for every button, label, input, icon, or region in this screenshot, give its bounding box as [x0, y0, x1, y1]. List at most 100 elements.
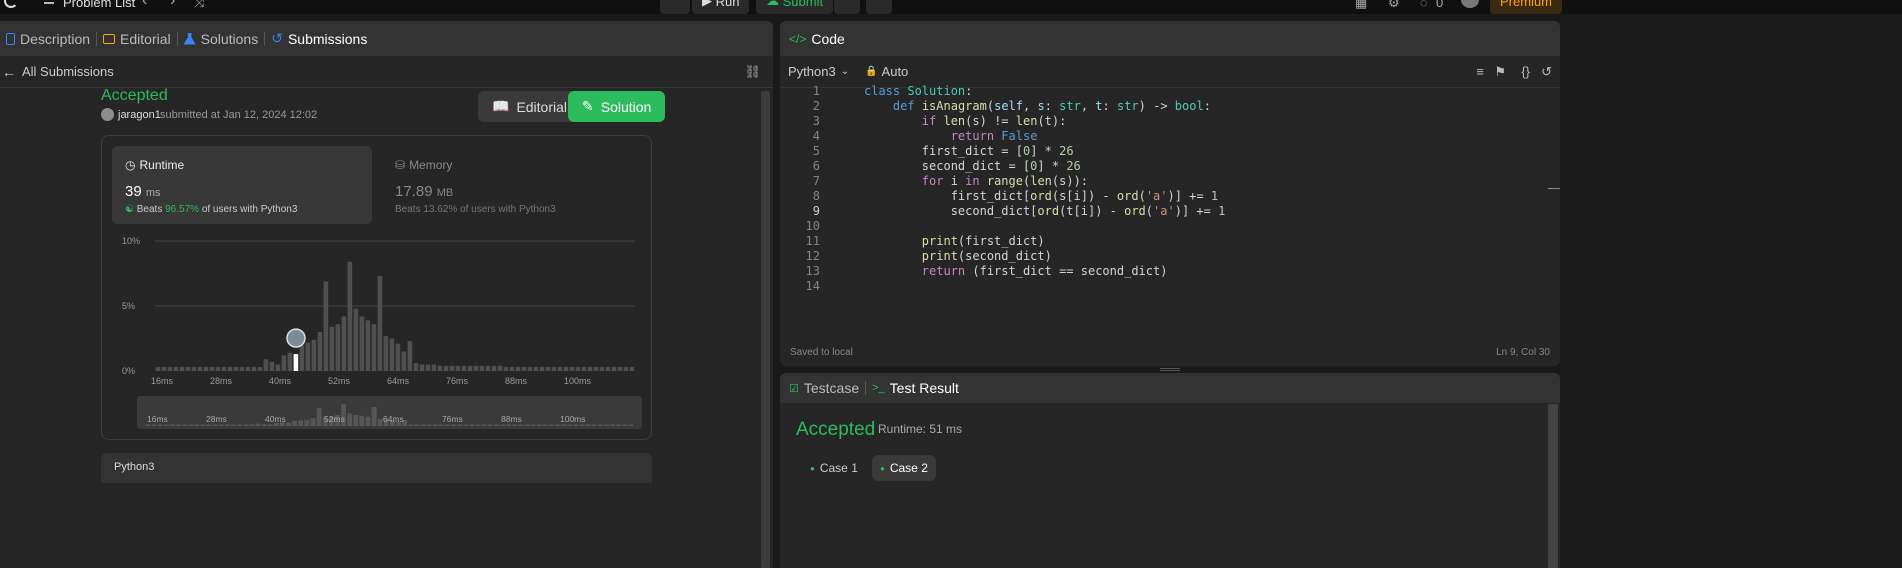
chart-bar[interactable]	[299, 345, 305, 371]
debug-button[interactable]	[660, 0, 690, 14]
chart-bar[interactable]	[491, 365, 497, 371]
language-select[interactable]: Python3 ⌄	[788, 64, 849, 79]
chart-bar[interactable]	[311, 339, 317, 371]
chart-bar[interactable]	[275, 364, 281, 372]
left-scrollbar[interactable]	[761, 91, 770, 568]
back-arrow-icon[interactable]: ←	[2, 64, 16, 80]
case-2-tab[interactable]: ● Case 2	[872, 455, 936, 481]
chart-bar[interactable]	[587, 367, 593, 371]
chart-bar[interactable]	[467, 365, 473, 371]
chart-bar[interactable]	[485, 365, 491, 371]
chart-bar[interactable]	[221, 367, 227, 371]
username[interactable]: jaragon1	[118, 109, 161, 121]
chart-bar[interactable]	[227, 367, 233, 371]
chart-bar[interactable]	[317, 332, 323, 371]
chart-bar[interactable]	[569, 367, 575, 371]
settings-icon[interactable]: ⚙	[1388, 0, 1400, 11]
chart-bar[interactable]	[581, 367, 587, 371]
link-icon[interactable]: ⛓	[744, 64, 761, 80]
chart-bar[interactable]	[263, 359, 269, 371]
chart-bar[interactable]	[185, 367, 191, 371]
chart-bar[interactable]	[599, 367, 605, 371]
user-avatar[interactable]	[1461, 0, 1479, 8]
next-problem-icon[interactable]: ›	[170, 0, 175, 10]
chart-bar[interactable]	[257, 367, 263, 371]
tab-editorial[interactable]: Editorial	[97, 31, 177, 47]
reset-icon[interactable]: ↺	[1541, 64, 1552, 80]
chart-bar[interactable]	[341, 316, 347, 371]
chart-bar[interactable]	[539, 367, 545, 371]
chart-bar[interactable]	[461, 365, 467, 371]
chart-bar[interactable]	[545, 367, 551, 371]
memory-box[interactable]: ⛁ Memory 17.89 MB Beats 13.62% of users w…	[382, 146, 642, 224]
tab-code[interactable]: </> Code	[780, 31, 851, 47]
tab-solutions[interactable]: Solutions	[178, 31, 265, 47]
problem-list-link[interactable]: Problem List	[63, 0, 135, 10]
chart-bar[interactable]	[383, 335, 389, 371]
chart-bar[interactable]	[533, 367, 539, 371]
chart-bar[interactable]	[437, 365, 443, 371]
chart-bar[interactable]	[611, 367, 617, 371]
chart-bar[interactable]	[239, 367, 245, 371]
chart-bar[interactable]	[401, 351, 407, 372]
chart-bar[interactable]	[527, 367, 533, 371]
run-button[interactable]: ▶ Run	[692, 0, 750, 14]
chart-bar[interactable]	[269, 361, 275, 371]
bookmark-icon[interactable]: ⚑	[1494, 64, 1506, 80]
chart-bar[interactable]	[365, 320, 371, 371]
submit-button[interactable]: ☁ Submit	[756, 0, 834, 14]
chart-bar[interactable]	[575, 367, 581, 371]
chart-bar[interactable]	[359, 316, 365, 371]
editorial-button[interactable]: 📖 Editorial	[478, 91, 582, 122]
chart-bar[interactable]	[629, 367, 635, 371]
chart-bar[interactable]	[245, 367, 251, 371]
logo-icon[interactable]	[4, 0, 18, 8]
chart-bar[interactable]	[419, 364, 425, 372]
chart-bar[interactable]	[557, 367, 563, 371]
chart-bar[interactable]	[605, 367, 611, 371]
braces-icon[interactable]: {}	[1521, 64, 1530, 79]
chart-bar[interactable]	[431, 364, 437, 372]
chart-bar[interactable]	[197, 367, 203, 371]
chart-bar[interactable]	[179, 367, 185, 371]
chart-bar[interactable]	[287, 352, 293, 371]
tab-test-result[interactable]: >_ Test Result	[866, 380, 965, 396]
code-editor[interactable]: 1 class Solution: 2 def isAnagram(self, s…	[780, 84, 1560, 334]
test-scrollbar[interactable]	[1548, 404, 1558, 568]
chart-bar[interactable]	[425, 364, 431, 372]
chart-bar[interactable]	[551, 367, 557, 371]
solution-button[interactable]: ✎ Solution	[568, 91, 666, 122]
runtime-overview-chart[interactable]: 16ms 28ms 40ms 52ms 64ms 76ms 88ms 100ms	[137, 396, 642, 429]
chart-bar[interactable]	[377, 276, 383, 371]
chart-bar[interactable]	[563, 367, 569, 371]
chart-bar[interactable]	[521, 367, 527, 371]
panel-resize-handle[interactable]	[1160, 368, 1180, 371]
chart-bar[interactable]	[617, 367, 623, 371]
chart-bar[interactable]	[395, 343, 401, 371]
shuffle-icon[interactable]: ⤨	[194, 0, 204, 11]
chart-bar[interactable]	[515, 367, 521, 371]
chart-bar[interactable]	[503, 367, 509, 371]
tab-submissions[interactable]: ↺ Submissions	[265, 30, 373, 47]
chart-bar[interactable]	[593, 367, 599, 371]
chart-bar[interactable]	[347, 261, 353, 371]
notes-button[interactable]	[834, 0, 860, 14]
chart-bar[interactable]	[215, 367, 221, 371]
chart-bar[interactable]	[167, 367, 173, 371]
chart-bar[interactable]	[473, 365, 479, 371]
edit-button[interactable]	[866, 0, 892, 14]
chart-bar[interactable]	[479, 365, 485, 371]
chart-bar[interactable]	[623, 367, 629, 371]
chart-bar[interactable]	[305, 342, 311, 371]
runtime-distribution-chart[interactable]: 10% 5% 0% 16ms 28ms 40ms 52ms 64ms 76ms 88ms 100ms	[107, 231, 647, 401]
chart-bar[interactable]	[161, 367, 167, 371]
auto-mode-toggle[interactable]: 🔒 Auto	[865, 64, 908, 79]
chart-bar[interactable]	[251, 367, 257, 371]
chart-bar[interactable]	[353, 308, 359, 371]
layout-icon[interactable]: ▦	[1355, 0, 1367, 11]
highlighted-bar[interactable]	[293, 354, 299, 371]
chart-bar[interactable]	[449, 365, 455, 371]
premium-button[interactable]: Premium	[1490, 0, 1563, 14]
chart-bar[interactable]	[203, 367, 209, 371]
chart-bar[interactable]	[233, 367, 239, 371]
